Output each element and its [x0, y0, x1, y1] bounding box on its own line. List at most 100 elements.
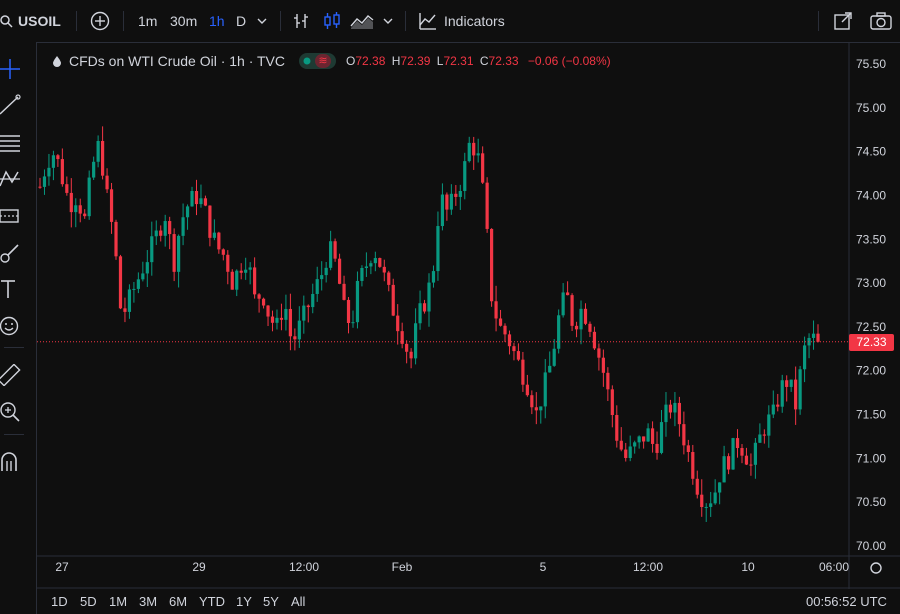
divider [818, 11, 819, 31]
candle-body [208, 205, 212, 238]
candle-body [217, 232, 221, 250]
text-tool[interactable] [0, 274, 34, 304]
forecast-tool[interactable] [0, 201, 34, 231]
candle-body [615, 415, 619, 441]
candle-body [355, 280, 360, 323]
symbol-search[interactable]: USOIL [0, 0, 61, 42]
range-3m[interactable]: 3M [139, 589, 157, 614]
divider [4, 434, 24, 435]
candle-body [467, 142, 471, 162]
candle-body [454, 193, 458, 197]
candle-body [163, 221, 167, 236]
interval-1h[interactable]: 1h [209, 0, 225, 42]
brush-tool[interactable] [0, 238, 34, 268]
candle-body [682, 424, 686, 446]
candle-body [387, 272, 391, 285]
measure-tool[interactable] [0, 360, 34, 390]
candle-body [489, 228, 494, 302]
candle-body [718, 482, 722, 493]
range-6m[interactable]: 6M [169, 589, 187, 614]
area-style-button[interactable] [350, 0, 374, 42]
candle-body [498, 318, 503, 326]
candle-body [637, 436, 641, 443]
fullscreen-button[interactable] [833, 0, 853, 42]
candle-body [87, 177, 91, 217]
interval-dropdown[interactable] [256, 0, 268, 42]
candle-body [704, 506, 708, 508]
time-tick-label: 27 [55, 560, 69, 574]
candle-body [100, 140, 105, 176]
candle-body [686, 445, 690, 453]
candles-style-button[interactable] [322, 0, 342, 42]
candle-body [422, 303, 427, 312]
range-1y[interactable]: 1Y [236, 589, 252, 614]
candle-body [199, 198, 203, 205]
candle-body [418, 303, 422, 324]
candle-body [302, 305, 306, 321]
bar-style-button[interactable] [291, 0, 311, 42]
brush-icon [0, 244, 19, 263]
range-1d[interactable]: 1D [51, 589, 68, 614]
candle-body [762, 434, 766, 436]
candle-body [109, 189, 114, 222]
candle-body [597, 348, 601, 358]
chart-style-dropdown[interactable] [382, 0, 394, 42]
settings-icon[interactable] [870, 562, 882, 574]
low-value: 72.31 [443, 54, 474, 68]
candle-body [123, 308, 127, 312]
zoom-in-icon [0, 402, 20, 422]
compare-button[interactable] [90, 0, 110, 42]
candle-body [150, 236, 154, 263]
candle-body [369, 263, 373, 267]
range-5y[interactable]: 5Y [263, 589, 279, 614]
candle-body [440, 194, 445, 227]
candle-body [811, 333, 816, 338]
trend-line-tool[interactable] [0, 90, 34, 120]
camera-icon [870, 12, 892, 30]
candle-body [83, 213, 87, 217]
interval-30m[interactable]: 30m [170, 0, 197, 42]
candle-body [105, 175, 109, 190]
candle-body [141, 273, 145, 280]
candle-body [136, 279, 140, 289]
candle-body [221, 249, 225, 255]
candle-body [767, 414, 771, 436]
candle-body [239, 270, 243, 273]
interval-d[interactable]: D [236, 0, 246, 42]
candle-body [476, 153, 480, 156]
candle-body [396, 315, 400, 332]
candle-body [253, 267, 257, 295]
range-ytd[interactable]: YTD [199, 589, 225, 614]
indicators-button[interactable]: Indicators [418, 0, 505, 42]
range-all[interactable]: All [291, 589, 305, 614]
magnet-tool[interactable] [0, 447, 34, 477]
price-tick-label: 74.50 [856, 145, 886, 159]
indicators-label: Indicators [444, 13, 505, 29]
market-status-badge[interactable]: ≋ [299, 53, 337, 69]
emoji-tool[interactable] [0, 311, 34, 341]
candle-body [270, 316, 275, 323]
utc-clock[interactable]: 00:56:52 UTC [806, 589, 887, 614]
pattern-tool[interactable] [0, 164, 34, 194]
magnet-icon [1, 452, 17, 471]
price-chart[interactable]: 75.50 75.00 74.50 74.00 73.50 73.00 72.50 72.00… [0, 0, 900, 614]
candle-body [794, 379, 798, 410]
range-1m[interactable]: 1M [109, 589, 127, 614]
smiley-icon [0, 316, 19, 336]
fib-tool[interactable] [0, 127, 34, 157]
candle-body [320, 275, 324, 280]
snapshot-button[interactable] [870, 0, 892, 42]
candle-body [279, 317, 284, 320]
trend-line-icon [0, 94, 21, 115]
candle-body [744, 455, 749, 465]
crosshair-tool[interactable] [0, 54, 34, 84]
interval-1m[interactable]: 1m [138, 0, 157, 42]
price-tick-label: 71.00 [856, 451, 886, 465]
ruler-icon [0, 364, 21, 386]
price-tick-label: 75.00 [856, 101, 886, 115]
candle-body [212, 232, 216, 238]
candle-body [436, 226, 440, 272]
range-5d[interactable]: 5D [80, 589, 97, 614]
candle-body [610, 389, 614, 416]
zoom-tool[interactable] [0, 397, 34, 427]
